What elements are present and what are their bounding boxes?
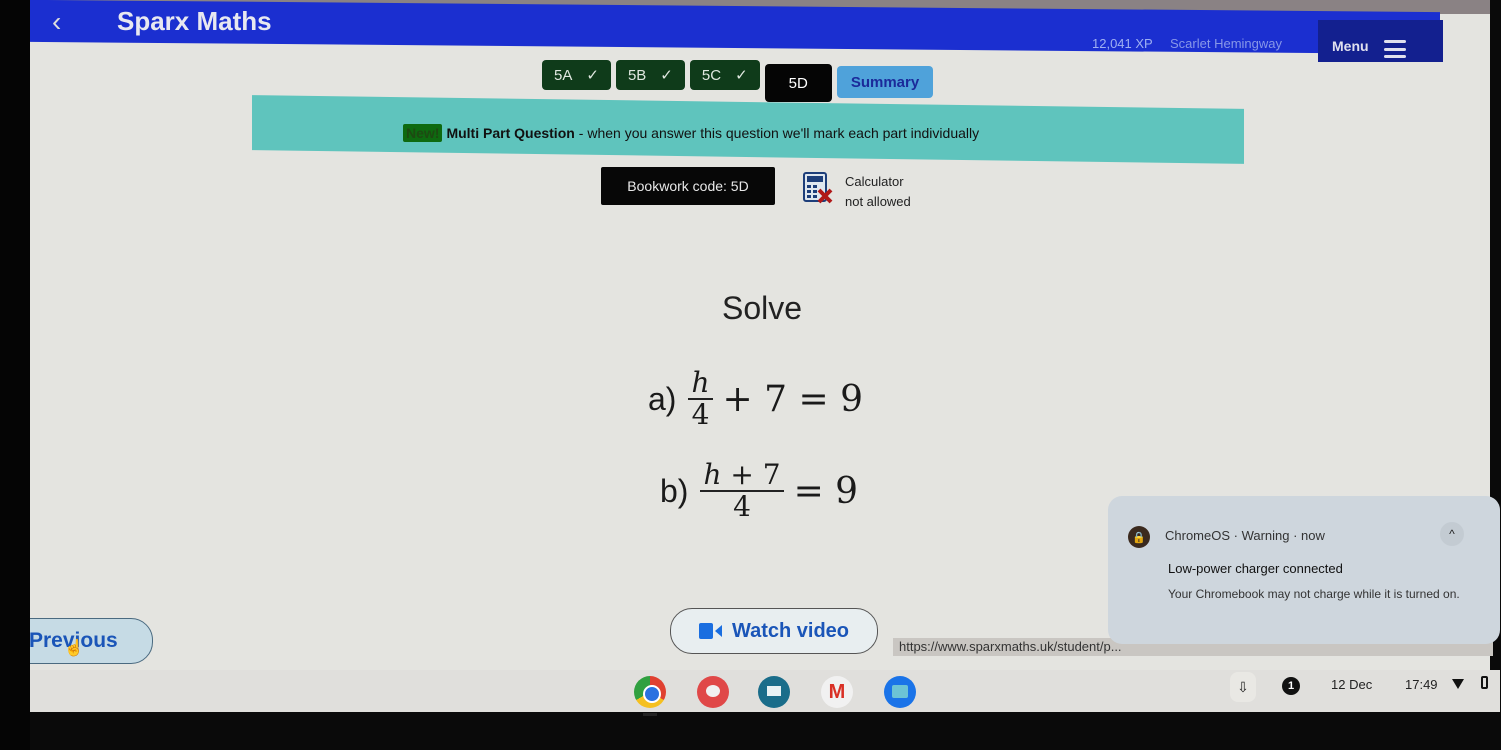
new-badge: New! [403,124,443,142]
tab-5a[interactable]: 5A ✓ [542,60,611,90]
app-title: Sparx Maths [117,6,272,36]
hamburger-menu-icon[interactable] [1384,40,1406,58]
gmail-icon[interactable]: M [821,676,853,708]
user-name[interactable]: Scarlet Hemingway [1170,36,1282,51]
check-icon: ✓ [735,67,748,84]
question-part-a: a) h 4 + 7 = 9 [648,368,863,430]
calculator-status: Calculator not allowed [845,172,911,212]
watch-video-button[interactable]: Watch video [670,608,878,654]
check-icon: ✓ [660,67,673,84]
equation: h 4 + 7 = 9 [688,368,863,430]
numerator: h [688,368,713,400]
notification-count-badge[interactable]: 1 [1282,677,1300,695]
notification-body: Your Chromebook may not charge while it … [1168,587,1460,601]
question-instruction: Solve [722,290,803,326]
fraction: h 4 [688,368,713,431]
denominator: 4 [691,398,710,431]
hand-cursor-icon: ☝ [64,640,84,657]
banner-message: New! Multi Part Question - when you answ… [403,124,979,142]
tab-5b[interactable]: 5B ✓ [615,60,685,90]
xp-counter: 12,041 XP [1092,36,1153,51]
menu-button[interactable]: Menu [1332,38,1369,54]
fraction: h + 7 4 [700,458,784,523]
numerator-variable: h [703,458,722,491]
holding-space-icon[interactable]: ⇩ [1230,672,1256,702]
question-part-b: b) h + 7 4 = 9 [660,460,858,522]
chrome-icon[interactable] [634,676,666,708]
active-app-indicator [643,713,657,716]
notification-source: ChromeOS · Warning · now [1165,528,1325,543]
equation: h + 7 4 = 9 [700,460,858,522]
banner-title: Multi Part Question [446,125,575,141]
part-label: a) [648,380,677,417]
denominator: 4 [733,490,751,523]
bookwork-code: Bookwork code: 5D [601,167,775,205]
files-icon[interactable] [884,676,916,708]
tab-5c[interactable]: 5C ✓ [689,60,760,90]
tab-label: 5A [554,66,573,84]
check-icon: ✓ [586,67,599,84]
video-camera-icon [698,623,722,639]
notification-title: Low-power charger connected [1168,561,1343,576]
tab-summary[interactable]: Summary [836,66,934,98]
watch-video-label: Watch video [731,619,850,642]
part-label: b) [660,472,689,509]
screen-bezel [0,0,30,750]
back-chevron-icon[interactable]: ‹ [52,6,61,38]
battery-icon[interactable] [1481,676,1488,689]
equation-rest: + 7 = 9 [722,378,863,420]
canvas-app-icon[interactable] [697,676,729,708]
numerator-constant: + 7 [721,458,781,491]
date[interactable]: 12 Dec [1331,677,1372,692]
collapse-icon[interactable]: ^ [1440,522,1464,546]
numerator: h + 7 [700,458,784,492]
chromeos-warning-icon: 🔒 [1128,526,1150,548]
tab-label: 5C [701,66,722,84]
tab-label: Summary [850,73,920,91]
tab-label: 5D [788,74,808,92]
classroom-icon[interactable] [758,676,790,708]
calculator-permission: not allowed [845,194,911,209]
screen: ‹ Sparx Maths 12,041 XP Scarlet Hemingwa… [0,0,1501,750]
calculator-not-allowed-icon [803,172,833,204]
wifi-icon[interactable] [1452,679,1464,689]
banner-text: - when you answer this question we'll ma… [578,125,980,141]
tab-label: 5B [627,66,647,84]
tab-5d[interactable]: 5D [764,64,832,102]
task-tabs: 5A ✓ 5B ✓ 5C ✓ 5D Summary [542,60,934,102]
equation-rest: = 9 [793,470,859,512]
calculator-label: Calculator [845,174,904,189]
clock[interactable]: 17:49 [1405,677,1438,692]
